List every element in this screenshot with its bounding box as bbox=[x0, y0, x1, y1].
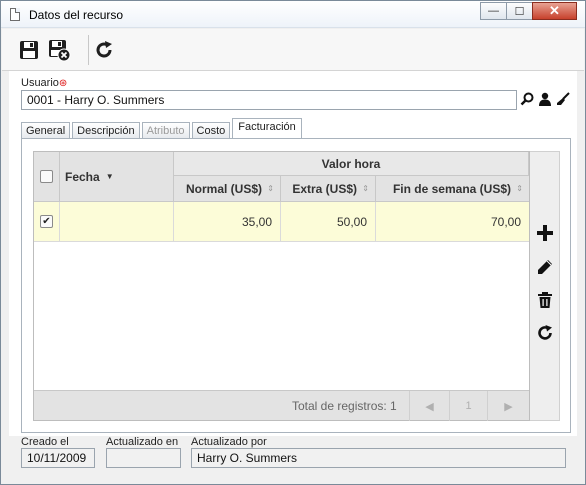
extra-rate-cell: 50,00 bbox=[281, 202, 376, 241]
created-field: 10/11/2009 bbox=[21, 448, 95, 468]
floppy-disk-icon bbox=[20, 41, 38, 59]
page-number: 1 bbox=[449, 391, 487, 421]
user-icon bbox=[539, 92, 551, 106]
user-label-text: Usuario bbox=[21, 77, 59, 89]
add-icon bbox=[537, 225, 553, 241]
hourly-rates-grid: Fecha ▼ Valor hora Normal (US$) ⇕ Extra … bbox=[33, 151, 530, 421]
user-profile-button[interactable] bbox=[536, 90, 554, 108]
select-all-header bbox=[34, 152, 60, 202]
refresh-grid-button[interactable] bbox=[534, 322, 556, 344]
valor-hora-group-header: Valor hora bbox=[174, 152, 529, 176]
tab-costo[interactable]: Costo bbox=[191, 122, 231, 139]
broom-icon bbox=[557, 92, 570, 105]
refresh-button[interactable] bbox=[91, 37, 117, 63]
sort-icon: ⇕ bbox=[362, 184, 369, 193]
column-header-fecha[interactable]: Fecha ▼ bbox=[60, 152, 174, 202]
grid-actions bbox=[530, 151, 560, 421]
extra-header-label: Extra (US$) bbox=[292, 181, 357, 196]
user-field[interactable]: 0001 - Harry O. Summers bbox=[21, 90, 517, 110]
minimize-button[interactable]: — bbox=[480, 2, 507, 20]
edit-pencil-icon bbox=[538, 260, 552, 274]
resource-window: Datos del recurso — ☐ ✕ Usuario⊛ 0001 - … bbox=[0, 0, 586, 485]
row-checkbox[interactable]: ✔ bbox=[40, 215, 53, 228]
delete-trash-icon bbox=[538, 292, 552, 308]
tab-general[interactable]: General bbox=[21, 122, 71, 139]
toolbar bbox=[2, 29, 584, 71]
column-header-extra[interactable]: Extra (US$) ⇕ bbox=[281, 176, 376, 202]
grid-footer: Total de registros: 1 ◀ 1 ▶ bbox=[34, 390, 529, 421]
updated-by-field: Harry O. Summers bbox=[191, 448, 566, 468]
updated-on-field bbox=[106, 448, 181, 468]
normal-rate-cell: 35,00 bbox=[174, 202, 281, 241]
toolbar-separator bbox=[88, 35, 89, 65]
window-controls: — ☐ ✕ bbox=[480, 2, 577, 20]
sort-icon: ⇕ bbox=[267, 184, 274, 193]
refresh-icon bbox=[96, 41, 112, 58]
required-icon: ⊛ bbox=[58, 78, 68, 89]
search-user-button[interactable] bbox=[518, 90, 536, 108]
normal-header-label: Normal (US$) bbox=[185, 181, 262, 196]
tab-facturacion[interactable]: Facturación bbox=[232, 118, 302, 139]
clear-user-button[interactable] bbox=[554, 90, 572, 108]
close-button[interactable]: ✕ bbox=[532, 2, 577, 20]
add-button[interactable] bbox=[534, 222, 556, 244]
tab-bar: General Descripción Atributo Costo Factu… bbox=[21, 118, 304, 139]
column-header-weekend[interactable]: Fin de semana (US$) ⇕ bbox=[376, 176, 529, 202]
fecha-header-label: Fecha bbox=[65, 169, 100, 184]
edit-button[interactable] bbox=[534, 256, 556, 278]
sort-desc-icon: ▼ bbox=[105, 172, 114, 181]
select-all-checkbox[interactable] bbox=[40, 170, 53, 183]
created-label: Creado el bbox=[21, 436, 69, 448]
weekend-header-label: Fin de semana (US$) bbox=[392, 181, 511, 196]
table-row[interactable]: ✔ 35,00 50,00 70,00 bbox=[34, 202, 529, 242]
refresh-icon bbox=[538, 325, 552, 340]
search-icon bbox=[520, 92, 534, 106]
tab-atributo: Atributo bbox=[141, 122, 190, 139]
weekend-rate-cell: 70,00 bbox=[490, 214, 521, 229]
updated-by-label: Actualizado por bbox=[191, 436, 267, 448]
save-and-close-button[interactable] bbox=[46, 37, 72, 63]
form-body: Usuario⊛ 0001 - Harry O. Summers General… bbox=[9, 71, 577, 436]
row-select-cell: ✔ bbox=[34, 202, 60, 241]
window-title: Datos del recurso bbox=[29, 8, 124, 22]
delete-button[interactable] bbox=[534, 289, 556, 311]
prev-page-button[interactable]: ◀ bbox=[409, 391, 449, 421]
column-header-normal[interactable]: Normal (US$) ⇕ bbox=[174, 176, 281, 202]
user-label: Usuario⊛ bbox=[21, 77, 67, 89]
maximize-button[interactable]: ☐ bbox=[506, 2, 533, 20]
save-button[interactable] bbox=[16, 37, 42, 63]
updated-on-label: Actualizado en bbox=[106, 436, 179, 448]
sort-icon: ⇕ bbox=[516, 184, 523, 193]
title-bar: Datos del recurso — ☐ ✕ bbox=[1, 1, 585, 28]
billing-panel: Fecha ▼ Valor hora Normal (US$) ⇕ Extra … bbox=[21, 138, 571, 433]
floppy-disk-close-icon bbox=[49, 40, 71, 62]
tab-descripcion[interactable]: Descripción bbox=[72, 122, 140, 139]
record-count: Total de registros: 1 bbox=[292, 399, 397, 413]
document-icon bbox=[10, 8, 20, 21]
next-page-button[interactable]: ▶ bbox=[487, 391, 529, 421]
fecha-cell bbox=[60, 202, 174, 241]
